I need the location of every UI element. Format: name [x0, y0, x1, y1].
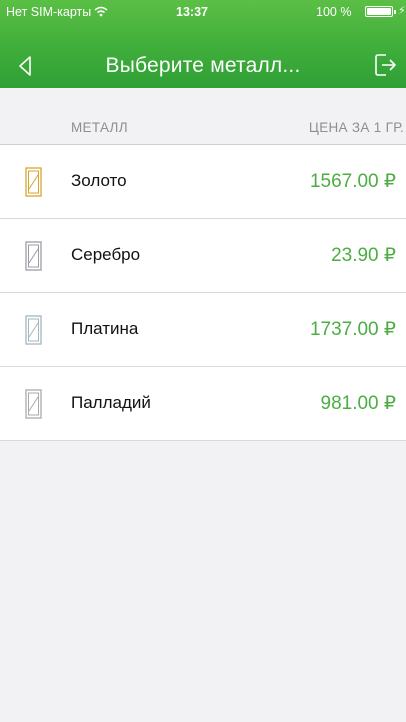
- back-button[interactable]: [16, 49, 60, 83]
- platinum-bar-icon: [25, 315, 42, 345]
- battery-icon: [365, 6, 396, 17]
- metal-price: 1567.00 ₽: [309, 171, 396, 192]
- palladium-bar-icon: [25, 389, 42, 419]
- status-bar: Нет SIM-карты 13:37 100 % ⚡: [0, 0, 406, 24]
- metal-price: 981.00 ₽: [320, 393, 396, 414]
- metal-row-platinum[interactable]: Платина 1737.00 ₽: [0, 293, 406, 367]
- metal-price: 23.90 ₽: [331, 245, 396, 266]
- silver-bar-icon: [25, 241, 42, 271]
- carrier-label: Нет SIM-карты: [6, 5, 92, 19]
- wifi-icon: [94, 6, 108, 17]
- column-headers: МЕТАЛЛ ЦЕНА ЗА 1 ГР.: [0, 108, 406, 145]
- chevron-left-icon: [19, 56, 31, 76]
- clock: 13:37: [176, 5, 208, 19]
- column-header-price: ЦЕНА ЗА 1 ГР.: [308, 120, 404, 135]
- metal-price: 1737.00 ₽: [309, 319, 396, 340]
- charging-icon: ⚡: [398, 5, 406, 17]
- column-header-metal: МЕТАЛЛ: [71, 120, 128, 135]
- carrier: Нет SIM-карты: [6, 5, 108, 19]
- metal-row-gold[interactable]: Золото 1567.00 ₽: [0, 145, 406, 219]
- metal-row-palladium[interactable]: Палладий 981.00 ₽: [0, 367, 406, 441]
- metal-name: Платина: [71, 319, 139, 338]
- exit-button[interactable]: [370, 50, 400, 80]
- metal-name: Золото: [71, 171, 127, 190]
- metal-name: Серебро: [71, 245, 141, 264]
- nav-bar: Выберите металл...: [0, 44, 406, 88]
- app-header: Нет SIM-карты 13:37 100 % ⚡ Выберите мет…: [0, 0, 406, 88]
- metal-row-silver[interactable]: Серебро 23.90 ₽: [0, 219, 406, 293]
- metal-list: Золото 1567.00 ₽ Серебро 23.90 ₽ Платина…: [0, 145, 406, 441]
- gold-bar-icon: [25, 167, 42, 197]
- logout-icon: [375, 54, 396, 76]
- battery-percent: 100 %: [316, 5, 352, 19]
- page-title: Выберите металл...: [105, 54, 301, 77]
- metal-name: Палладий: [71, 393, 151, 412]
